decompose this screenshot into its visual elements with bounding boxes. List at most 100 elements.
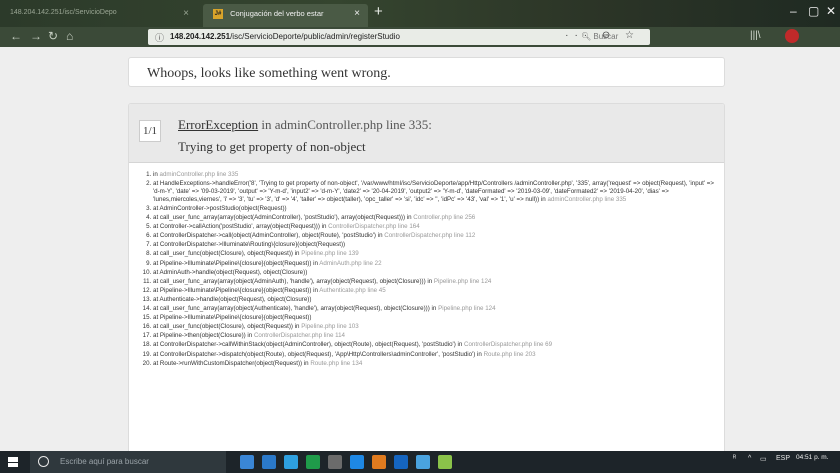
taskbar-search-input[interactable]: Escribe aquí para buscar <box>30 451 226 473</box>
browser-search-input[interactable]: 🔍︎ Buscar <box>577 29 667 45</box>
people-icon[interactable]: ᴿ <box>733 455 736 462</box>
language-indicator[interactable]: ESP <box>776 455 790 462</box>
trace-location: Pipeline.php line 124 <box>438 305 496 313</box>
library-icon[interactable]: |||\ <box>750 30 761 41</box>
taskbar-app-icon[interactable] <box>372 455 386 469</box>
page-content: Whoops, looks like something went wrong.… <box>0 47 840 451</box>
stack-trace-item: at AdminController->postStudio(object(Re… <box>153 205 718 213</box>
trace-location: adminController.php line 335 <box>547 195 627 203</box>
trace-call: at AdminAuth->handle(object(Request), ob… <box>153 268 308 276</box>
stack-trace-item: at call_user_func_array(array(object(Adm… <box>153 278 718 286</box>
account-avatar[interactable] <box>785 29 799 43</box>
trace-call: at call_user_func_array(array(object(Adm… <box>153 214 414 222</box>
minimize-icon[interactable]: – <box>790 4 797 18</box>
trace-call: at Route->runWithCustomDispatcher(object… <box>153 359 311 367</box>
maximize-icon[interactable]: ▢ <box>808 4 819 18</box>
site-info-icon[interactable]: ⓘ <box>155 31 164 44</box>
exception-header: 1/1 ErrorException in adminController.ph… <box>129 104 724 163</box>
trace-location: ControllerDispatcher.php line 114 <box>253 332 345 340</box>
trace-location: ControllerDispatcher.php line 69 <box>464 341 553 349</box>
trace-call: at Pipeline->Illuminate\Pipeline\{closur… <box>153 259 320 267</box>
trace-location: Pipeline.php line 124 <box>433 277 492 285</box>
tab-servicio-deporte[interactable]: 148.204.142.251/isc/ServicioDepo × <box>0 4 197 27</box>
stack-trace-item: at AdminAuth->handle(object(Request), ob… <box>153 269 718 277</box>
close-window-icon[interactable]: ✕ <box>826 4 836 18</box>
stack-trace-item: at ControllerDispatcher->dispatch(object… <box>153 351 718 359</box>
exception-location: in adminController.php line 335: <box>258 117 432 132</box>
forward-icon[interactable]: → <box>30 29 42 43</box>
trace-call: at call_user_func_array(array(object(Adm… <box>153 277 434 285</box>
trace-call: at AdminController->postStudio(object(Re… <box>153 205 287 212</box>
taskbar-clock[interactable]: 04:51 p. m. <box>796 454 829 461</box>
url-bar[interactable]: ⓘ 148.204.142.251/isc/ServicioDeporte/pu… <box>148 29 650 45</box>
close-tab-icon[interactable]: × <box>183 8 189 19</box>
taskbar-search-placeholder: Escribe aquí para buscar <box>60 457 149 466</box>
tab-conjugacion[interactable]: J# Conjugación del verbo estar × <box>203 4 368 27</box>
trace-location: Pipeline.php line 139 <box>301 250 359 258</box>
whoops-banner: Whoops, looks like something went wrong. <box>128 57 725 87</box>
exception-message: Trying to get property of non-object <box>178 139 366 154</box>
home-icon[interactable]: ⌂ <box>66 29 73 43</box>
taskbar-app-icon[interactable] <box>350 455 364 469</box>
trace-call: at ControllerDispatcher->Illuminate\Rout… <box>153 241 346 249</box>
trace-call: at Pipeline->Illuminate\Pipeline\{closur… <box>153 286 320 294</box>
trace-location: ControllerDispatcher.php line 112 <box>384 232 476 240</box>
search-placeholder: Buscar <box>593 32 619 41</box>
close-tab-icon[interactable]: × <box>354 8 360 19</box>
search-icon: 🔍︎ <box>581 32 592 41</box>
tray-chevron-icon[interactable]: ^ <box>748 455 751 462</box>
taskbar-app-icon[interactable] <box>306 455 320 469</box>
trace-call: at Pipeline->Illuminate\Pipeline\{closur… <box>153 314 312 322</box>
stack-trace-item: at ControllerDispatcher->call(object(Adm… <box>153 232 718 240</box>
taskbar-app-icon[interactable] <box>284 455 298 469</box>
taskbar-app-icon[interactable] <box>262 455 276 469</box>
network-icon[interactable]: ▭ <box>760 455 767 463</box>
stack-trace-item: at call_user_func_array(array(object(Adm… <box>153 214 718 222</box>
tab-label: 148.204.142.251/isc/ServicioDepo <box>10 9 117 16</box>
trace-call: at ControllerDispatcher->dispatch(object… <box>153 350 484 358</box>
reload-icon[interactable]: ↻ <box>48 29 58 43</box>
trace-location: ControllerDispatcher.php line 164 <box>328 223 420 231</box>
stack-trace: in adminController.php line 335at Handle… <box>129 171 724 368</box>
stack-trace-item: at call_user_func_array(array(object(Aut… <box>153 305 718 313</box>
exception-title: ErrorException in adminController.php li… <box>178 117 432 133</box>
browser-nav-bar: ← → ↻ ⌂ ⓘ 148.204.142.251/isc/ServicioDe… <box>0 27 840 47</box>
exception-name[interactable]: ErrorException <box>178 117 258 132</box>
stack-trace-item: at call_user_func(object(Closure), objec… <box>153 323 718 331</box>
url-host: 148.204.142.251 <box>170 32 231 41</box>
taskbar-app-icon[interactable] <box>438 455 452 469</box>
tab-label: Conjugación del verbo estar <box>230 9 324 18</box>
stack-trace-item: at Route->runWithCustomDispatcher(object… <box>153 360 718 368</box>
clock-time: 04:51 p. m. <box>796 454 829 461</box>
taskbar-app-icon[interactable] <box>394 455 408 469</box>
stack-trace-item: at Authenticate->handle(object(Request),… <box>153 296 718 304</box>
stack-trace-item: at Pipeline->Illuminate\Pipeline\{closur… <box>153 314 718 322</box>
trace-location: Route.php line 203 <box>483 350 536 358</box>
trace-call: at call_user_func(object(Closure), objec… <box>153 250 302 258</box>
trace-call: at call_user_func(object(Closure), objec… <box>153 323 302 331</box>
url-path: /isc/ServicioDeporte/public/admin/regist… <box>230 32 400 41</box>
browser-tab-bar: 148.204.142.251/isc/ServicioDepo × J# Co… <box>0 0 840 27</box>
stack-trace-item: at Pipeline->Illuminate\Pipeline\{closur… <box>153 260 718 268</box>
new-tab-button[interactable]: + <box>374 3 383 20</box>
taskbar-app-icon[interactable] <box>328 455 342 469</box>
stack-trace-item: in adminController.php line 335 <box>153 171 718 179</box>
stack-trace-item: at ControllerDispatcher->callWithinStack… <box>153 341 718 349</box>
trace-location: Route.php line 134 <box>310 359 363 367</box>
trace-location: Authenticate.php line 45 <box>319 286 386 294</box>
trace-call: at call_user_func_array(array(object(Aut… <box>153 305 439 313</box>
trace-call: at Controller->callAction('postStudio', … <box>153 223 329 231</box>
cortana-icon <box>38 456 49 467</box>
stack-trace-item: at Pipeline->then(object(Closure)) in Co… <box>153 332 718 340</box>
trace-call: at ControllerDispatcher->callWithinStack… <box>153 341 465 349</box>
taskbar-app-icon[interactable] <box>416 455 430 469</box>
stack-trace-item: at call_user_func(object(Closure), objec… <box>153 250 718 258</box>
stack-trace-item: at HandleExceptions->handleError('8', 'T… <box>153 180 718 204</box>
exception-panel: 1/1 ErrorException in adminController.ph… <box>128 103 725 451</box>
taskbar-app-icon[interactable] <box>240 455 254 469</box>
back-icon[interactable]: ← <box>10 29 22 43</box>
exception-counter: 1/1 <box>139 120 161 142</box>
stack-trace-item: at Pipeline->Illuminate\Pipeline\{closur… <box>153 287 718 295</box>
windows-start-icon[interactable] <box>8 457 18 467</box>
trace-location: adminController.php line 335 <box>159 171 239 178</box>
